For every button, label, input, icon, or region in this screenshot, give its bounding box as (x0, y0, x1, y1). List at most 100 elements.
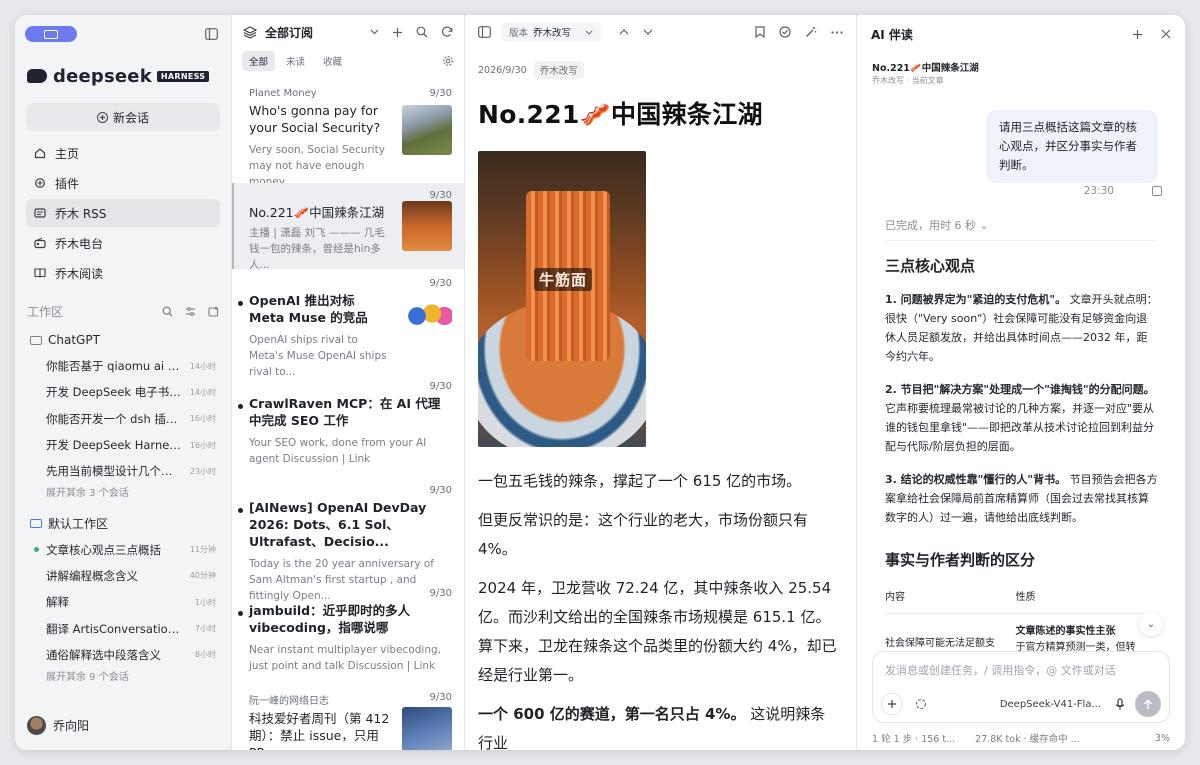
whale-logo-icon (27, 69, 47, 83)
conversation-item[interactable]: 先用当前模型设计几个好... 23小时 (15, 458, 231, 484)
point-text: 它声称要梳理最常被讨论的几种方案，并逐一对应"要从谁的钱包里拿钱"——即把改革从… (885, 402, 1155, 453)
article-title: No.221🥓中国辣条江湖 (249, 205, 385, 220)
conversation-item[interactable]: 你能否基于 qiaomu ai rss ... 14小时 (15, 353, 231, 379)
mode-icon[interactable] (915, 698, 927, 710)
response-point: 3. 结论的权威性靠"懂行的人"背书。 节目预告会把各方案拿给社会保障局前首席精… (885, 470, 1158, 527)
screen-mode-button[interactable] (25, 26, 77, 42)
conversation-time: 40分钟 (189, 571, 216, 581)
response-point: 2. 节目把"解决方案"处理成一个"谁掏钱"的分配问题。 它声称要梳理最常被讨论… (885, 380, 1158, 456)
scroll-down-button[interactable]: ⌄ (1139, 612, 1163, 636)
new-folder-icon[interactable] (208, 306, 219, 317)
magic-wand-icon[interactable] (805, 26, 817, 38)
microphone-icon[interactable] (1115, 697, 1125, 711)
refresh-icon[interactable] (441, 26, 453, 38)
conversation-title: 讲解编程概念含义 (46, 568, 138, 583)
check-circle-icon[interactable] (779, 26, 791, 38)
chevron-down-icon[interactable] (370, 29, 379, 35)
home-icon (33, 146, 47, 160)
conversation-time: 16小时 (189, 414, 216, 424)
tab-unread[interactable]: 未读 (279, 51, 312, 71)
toggle-sidebar-icon[interactable] (203, 26, 219, 42)
model-selector[interactable]: DeepSeek-V41-Fla... (1000, 699, 1101, 710)
gear-icon[interactable] (442, 55, 454, 67)
reader-toolbar: 版本 乔木改写 (465, 15, 856, 49)
close-icon[interactable] (1161, 29, 1171, 40)
search-icon[interactable] (162, 306, 173, 317)
folder-default-workspace[interactable]: 默认工作区 (15, 510, 231, 536)
conversation-title: 你能否基于 qiaomu ai rss ... (46, 359, 181, 374)
article-item[interactable]: 阮一峰的网络日志 9/30 科技爱好者周刊（第 412 期）：禁止 issue，只… (232, 692, 464, 750)
sidebar-item-rss[interactable]: 乔木 RSS (26, 199, 220, 227)
conversation-item-active[interactable]: 文章核心观点三点概括 11分钟 (15, 536, 231, 562)
chevron-down-icon[interactable] (643, 29, 653, 35)
sidebar-item-label: 乔木 RSS (55, 206, 107, 221)
expand-more-link[interactable]: 展开其余 3 个会话 (15, 484, 231, 504)
conversation-time: 8小时 (194, 650, 216, 660)
article-item[interactable]: 9/30 CrawlRaven MCP：在 AI 代理中完成 SEO 工作 Yo… (232, 381, 464, 467)
table-row: 社会保障可能无法足额支 文章陈述的事实性主张 于官方精算预测一类，但转 (885, 614, 1158, 657)
article-item-selected[interactable]: 9/30 No.221🥓中国辣条江湖 主播 | 潇磊 刘飞 ——— 几毛钱一包的… (232, 183, 464, 271)
new-chat-button[interactable]: 新会话 (26, 103, 220, 131)
search-icon[interactable] (416, 26, 428, 38)
panel-toggle-icon[interactable] (478, 26, 491, 38)
copy-icon[interactable] (1152, 186, 1162, 196)
article-item[interactable]: 9/30 jambuild：近乎即时的多人 vibecoding，指哪说哪 Ne… (232, 588, 464, 674)
sidebar-item-plugins[interactable]: 插件 (26, 169, 220, 197)
chevron-down-icon: ⌄ (1146, 618, 1156, 630)
chevron-up-icon[interactable] (619, 29, 629, 35)
add-icon[interactable] (1132, 29, 1143, 40)
message-composer[interactable]: 发消息或创建任务，/ 调用指令，@ 文件或对话 DeepSeek-V41-Fla… (872, 651, 1170, 723)
conversation-time: 14小时 (189, 387, 216, 397)
conversation-item[interactable]: 你能否开发一个 dsh 插件... 16小时 (15, 406, 231, 432)
sidebar-item-label: 插件 (55, 176, 80, 191)
article-item[interactable]: 9/30 [AINews] OpenAI DevDay 2026: Dots、6… (232, 485, 464, 604)
sidebar-item-home[interactable]: 主页 (26, 139, 220, 167)
conversation-item[interactable]: 开发 DeepSeek 电子书阅... 14小时 (15, 379, 231, 405)
ai-response: 三点核心观点 1. 问题被界定为"紧迫的支付危机"。 文章开头就点明：很快（"V… (885, 255, 1158, 656)
conversation-item[interactable]: 解释 1小时 (15, 589, 231, 615)
user-profile[interactable]: 乔向阳 (27, 716, 89, 735)
ai-companion-panel: AI 伴读 No.221🥓中国辣条江湖 乔木改写 · 当前文章 请用三点概括这篇… (857, 15, 1185, 750)
table-cell-bold: 文章陈述的事实性主张 (1015, 626, 1116, 637)
sidebar-item-reading[interactable]: 乔木阅读 (26, 259, 220, 287)
article-item[interactable]: Planet Money 9/30 Who's gonna pay for you… (232, 88, 464, 190)
article-summary: Your SEO work, done from your AI agent D… (249, 437, 427, 465)
bookmark-icon[interactable] (755, 26, 765, 38)
sidebar-item-radio[interactable]: 乔木电台 (26, 229, 220, 257)
user-name: 乔向阳 (53, 719, 90, 733)
add-icon[interactable] (392, 27, 403, 38)
feed-filter-tabs: 全部 未读 收藏 (232, 50, 464, 72)
ai-panel-title: AI 伴读 (871, 27, 913, 42)
rss-icon (33, 206, 47, 220)
composer-placeholder: 发消息或创建任务，/ 调用指令，@ 文件或对话 (885, 664, 1116, 677)
table-header-row: 内容 性质 (885, 588, 1158, 614)
conversation-item[interactable]: 讲解编程概念含义 40分钟 (15, 563, 231, 589)
article-date: 9/30 (429, 588, 452, 599)
tab-all[interactable]: 全部 (242, 51, 276, 71)
response-point: 1. 问题被界定为"紧迫的支付危机"。 文章开头就点明：很快（"Very soo… (885, 290, 1158, 366)
article-title: OpenAI 推出对标 Meta Muse 的竞品 (249, 293, 368, 325)
conversation-item[interactable]: 通俗解释选中段落含义 8小时 (15, 642, 231, 668)
conversation-time: 16小时 (189, 440, 216, 450)
more-icon[interactable] (831, 30, 843, 34)
article-paragraph: 2024 年，卫龙营收 72.24 亿，其中辣条收入 25.54 亿。而沙利文给… (478, 579, 837, 684)
fact-opinion-table: 内容 性质 社会保障可能无法足额支 文章陈述的事实性主张 于官方精算预测一类，但转 (885, 588, 1158, 656)
plus-circle-icon (96, 111, 108, 123)
expand-more-link[interactable]: 展开其余 9 个会话 (15, 668, 231, 688)
version-select[interactable]: 版本 乔木改写 (501, 22, 602, 42)
unread-dot (238, 611, 243, 616)
conversation-title: 通俗解释选中段落含义 (46, 647, 161, 662)
article-thumbnail (402, 707, 452, 750)
filter-icon[interactable] (185, 306, 196, 317)
conversation-item[interactable]: 开发 DeepSeek Harness ... 16小时 (15, 432, 231, 458)
tab-starred[interactable]: 收藏 (316, 51, 349, 71)
article-date: 2026/9/30 (478, 64, 527, 76)
article-item[interactable]: 9/30 OpenAI 推出对标 Meta Muse 的竞品 OpenAI sh… (232, 278, 464, 380)
article-summary: 主播 | 潇磊 刘飞 ——— 几毛钱一包的辣条，曾经是hin多人... (249, 227, 385, 271)
folder-chatgpt[interactable]: ChatGPT (15, 327, 231, 353)
conversation-item[interactable]: 翻译 ArtisConversations 选... 7小时 (15, 615, 231, 641)
app-window: deepseek HARNESS 新会话 主页 插件 乔木 RSS 乔木电台 乔… (15, 15, 1185, 750)
thinking-status[interactable]: 已完成，用时 6 秒 ⌄ (885, 217, 989, 233)
send-button[interactable] (1135, 691, 1161, 717)
attach-button[interactable] (881, 693, 903, 715)
